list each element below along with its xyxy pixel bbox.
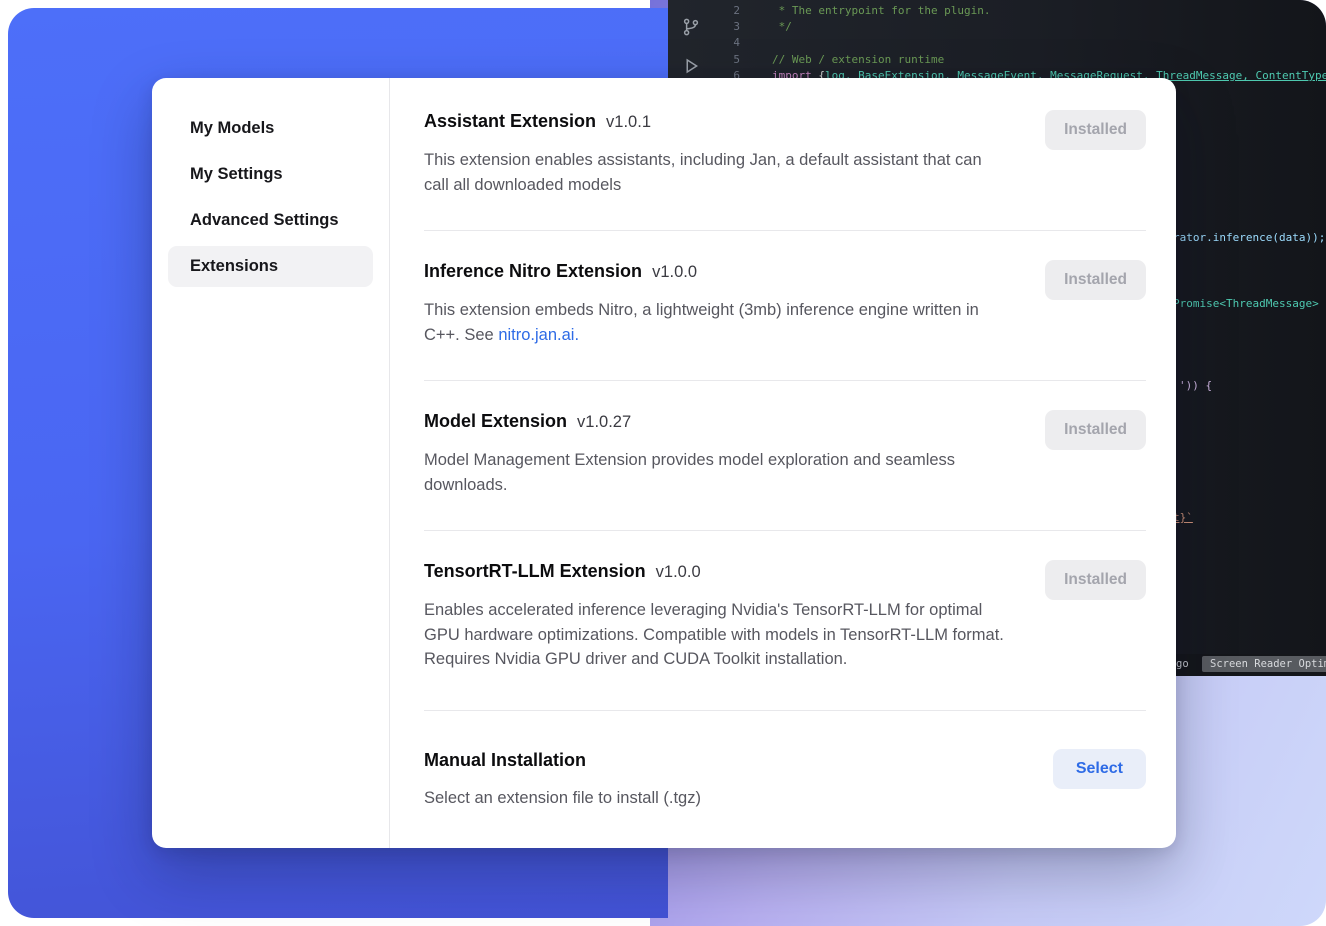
extension-description: Enables accelerated inference leveraging… <box>424 598 1009 672</box>
code-fragment-brace: ')) { <box>1179 379 1212 392</box>
extension-info: Manual Installation Select an extension … <box>424 747 701 811</box>
code-text: // Web / extension runtime <box>772 53 944 66</box>
extension-version: v1.0.1 <box>606 113 651 131</box>
status-bar-text: go <box>1176 658 1189 670</box>
extension-name: Model Extension <box>424 411 567 431</box>
extension-version: v1.0.0 <box>656 563 701 581</box>
extension-description: This extension embeds Nitro, a lightweig… <box>424 298 1009 347</box>
line-number: 4 <box>668 36 740 49</box>
extension-name: TensortRT-LLM Extension <box>424 561 646 581</box>
extension-info: Inference Nitro Extension v1.0.0 This ext… <box>424 258 1009 347</box>
code-line: 5 // Web / extension runtime <box>668 51 1326 67</box>
extension-row-assistant: Assistant Extension v1.0.1 This extension… <box>424 108 1146 231</box>
code-text: */ <box>772 20 792 33</box>
installed-button[interactable]: Installed <box>1045 110 1146 150</box>
extension-info: Assistant Extension v1.0.1 This extension… <box>424 108 1009 197</box>
extension-version: v1.0.0 <box>652 263 697 281</box>
sidebar-item-my-models[interactable]: My Models <box>168 108 373 149</box>
manual-installation-description: Select an extension file to install (.tg… <box>424 786 701 811</box>
extension-title: TensortRT-LLM Extension v1.0.0 <box>424 558 1009 585</box>
installed-button[interactable]: Installed <box>1045 560 1146 600</box>
extension-row-tensorrt: TensortRT-LLM Extension v1.0.0 Enables ac… <box>424 531 1146 711</box>
sidebar-item-my-settings[interactable]: My Settings <box>168 154 373 195</box>
extension-title: Assistant Extension v1.0.1 <box>424 108 1009 135</box>
extension-description: Model Management Extension provides mode… <box>424 448 1009 497</box>
extension-name: Assistant Extension <box>424 111 596 131</box>
code-line: 3 */ <box>668 18 1326 34</box>
sidebar-item-extensions[interactable]: Extensions <box>168 246 373 287</box>
select-file-button[interactable]: Select <box>1053 749 1146 789</box>
settings-modal: My Models My Settings Advanced Settings … <box>152 78 1176 848</box>
extension-description: This extension enables assistants, inclu… <box>424 148 1009 197</box>
extensions-panel: Assistant Extension v1.0.1 This extension… <box>390 78 1176 848</box>
code-lines: 2 * The entrypoint for the plugin. 3 */ … <box>668 2 1326 84</box>
line-number: 2 <box>668 4 740 17</box>
desktop-screenshot: 2 * The entrypoint for the plugin. 3 */ … <box>0 0 1326 926</box>
installed-button[interactable]: Installed <box>1045 410 1146 450</box>
installed-button[interactable]: Installed <box>1045 260 1146 300</box>
code-line: 2 * The entrypoint for the plugin. <box>668 2 1326 18</box>
line-number: 3 <box>668 20 740 33</box>
code-fragment-promise: Promise<ThreadMessage> <box>1173 297 1319 310</box>
code-text: * The entrypoint for the plugin. <box>772 4 991 17</box>
manual-installation-title: Manual Installation <box>424 747 701 773</box>
extension-version: v1.0.27 <box>577 413 631 431</box>
extension-row-model: Model Extension v1.0.27 Model Management … <box>424 381 1146 531</box>
sidebar-item-advanced-settings[interactable]: Advanced Settings <box>168 200 373 241</box>
screen-reader-status-chip[interactable]: Screen Reader Optimize <box>1202 656 1326 672</box>
manual-installation-row: Manual Installation Select an extension … <box>424 711 1146 844</box>
nitro-jan-ai-link[interactable]: nitro.jan.ai. <box>498 326 579 344</box>
extension-title: Model Extension v1.0.27 <box>424 408 1009 435</box>
extension-title: Inference Nitro Extension v1.0.0 <box>424 258 1009 285</box>
section-name: Manual Installation <box>424 750 586 770</box>
code-fragment-inference: rator.inference(data)); <box>1173 231 1325 244</box>
extension-info: TensortRT-LLM Extension v1.0.0 Enables ac… <box>424 558 1009 672</box>
code-line: 4 <box>668 35 1326 51</box>
line-number: 5 <box>668 53 740 66</box>
settings-sidebar: My Models My Settings Advanced Settings … <box>152 78 390 848</box>
extension-row-nitro: Inference Nitro Extension v1.0.0 This ext… <box>424 231 1146 381</box>
extension-name: Inference Nitro Extension <box>424 261 642 281</box>
extension-info: Model Extension v1.0.27 Model Management … <box>424 408 1009 497</box>
